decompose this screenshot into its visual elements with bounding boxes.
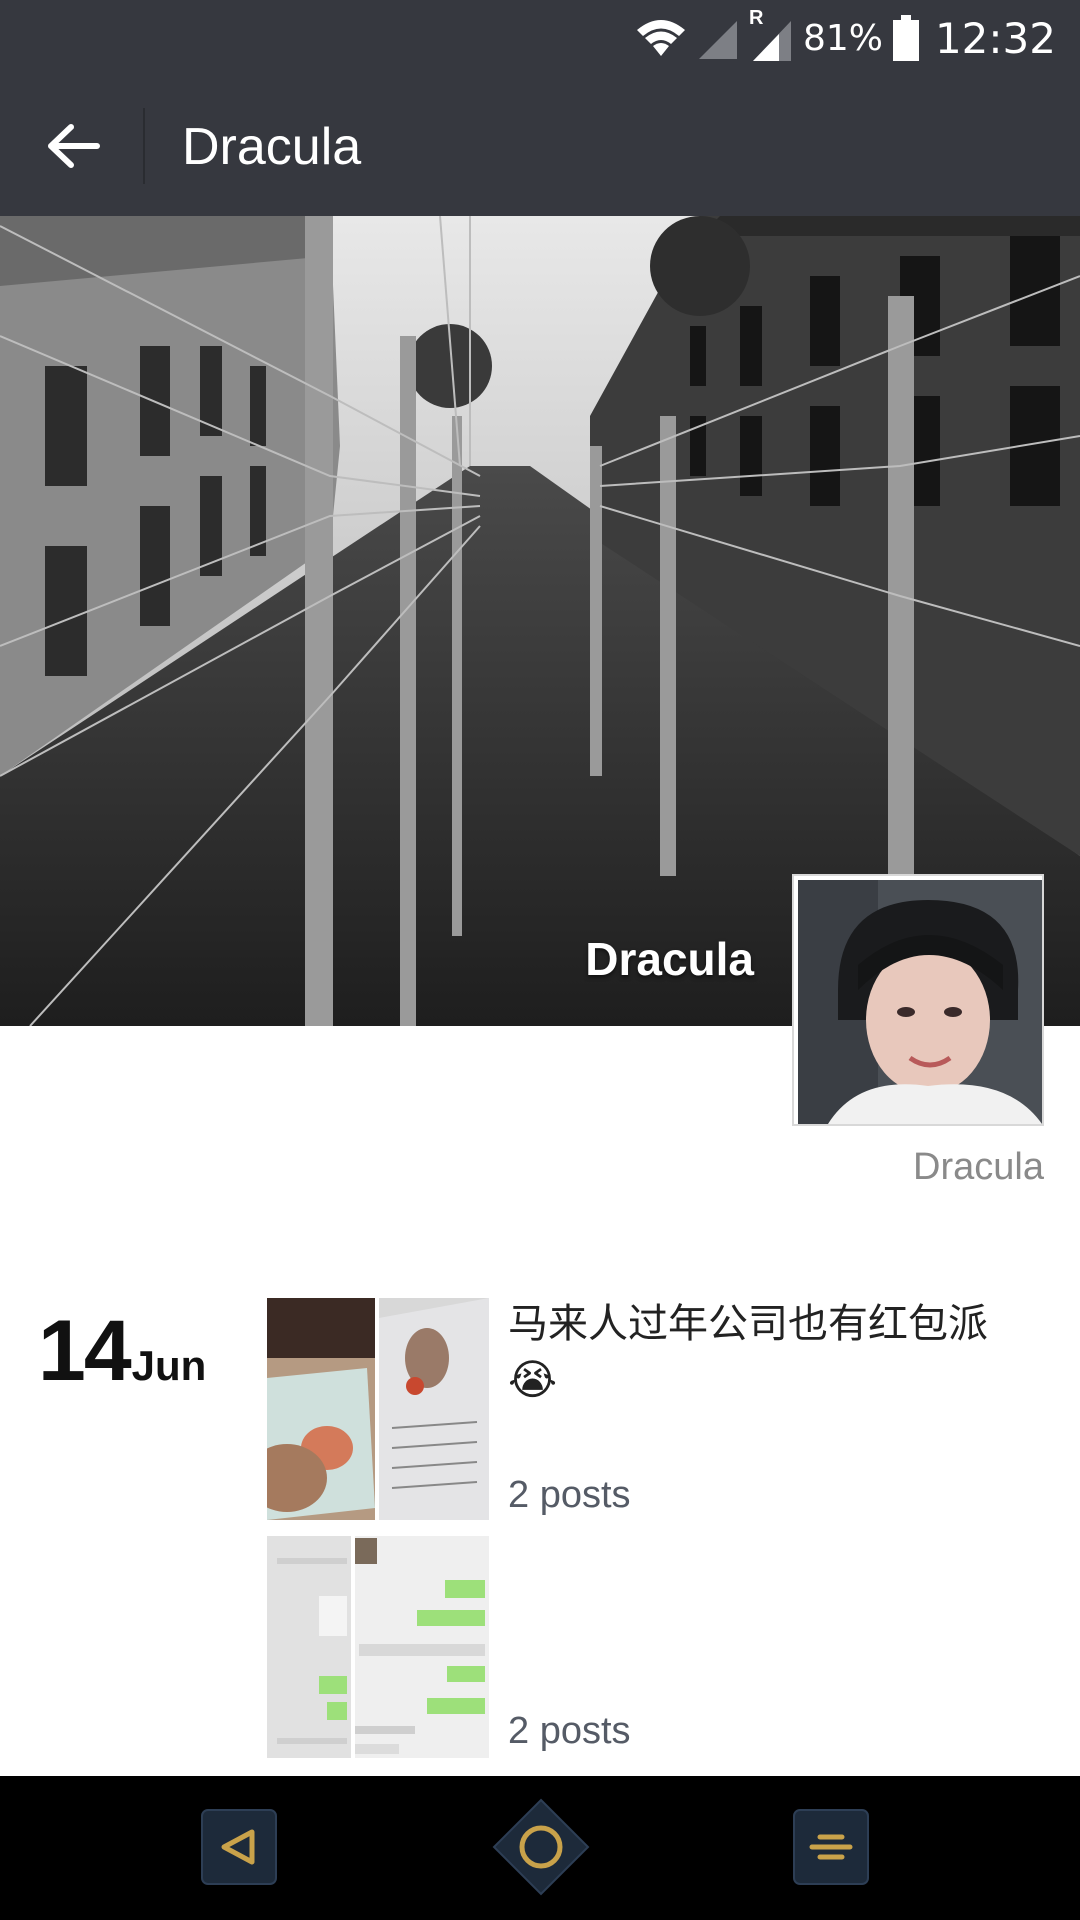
cover-profile-name: Dracula [585,933,754,985]
clock: 12:32 [934,13,1056,63]
recents-menu-icon [793,1809,869,1885]
battery-icon [892,15,919,61]
date-day: 14 [38,1303,132,1399]
profile-name-caption: Dracula [913,1146,1044,1188]
posts-count-1[interactable]: 2 posts [508,1474,631,1517]
post-caption[interactable]: 马来人过年公司也有红包派 😭 [508,1296,1048,1409]
header-divider [143,108,145,184]
battery-percent: 81% [802,17,883,59]
roaming-signal-icon: R [749,7,793,63]
back-triangle-icon [201,1809,277,1885]
crying-emoji-icon: 😭 [508,1355,558,1404]
post-caption-text: 马来人过年公司也有红包派 [508,1301,988,1347]
post-thumbnail-1[interactable] [267,1298,489,1520]
nav-home-button[interactable] [492,1798,590,1896]
app-header: Dracula [0,76,1080,216]
home-circle-icon [492,1798,590,1896]
profile-avatar[interactable] [792,874,1044,1126]
status-bar: R 81% 12:32 [0,0,1080,76]
posts-count-2[interactable]: 2 posts [508,1710,631,1753]
nav-recents-button[interactable] [792,1808,870,1886]
arrow-left-icon [48,124,100,168]
signal-icon [697,15,739,61]
post-thumbnail-2[interactable] [267,1536,489,1758]
roaming-letter: R [748,7,764,29]
back-button[interactable] [34,106,114,186]
date-month: Jun [131,1342,207,1389]
system-nav-bar [0,1776,1080,1920]
status-indicators: R 81% 12:32 [635,7,1056,64]
avatar-image [798,880,1042,1124]
post-photo-chat-screenshot [267,1536,489,1758]
nav-back-button[interactable] [200,1808,278,1886]
page-title: Dracula [182,118,362,176]
timeline-date: 14Jun [38,1302,206,1401]
wifi-icon [635,16,687,60]
post-photo-money [267,1298,489,1520]
